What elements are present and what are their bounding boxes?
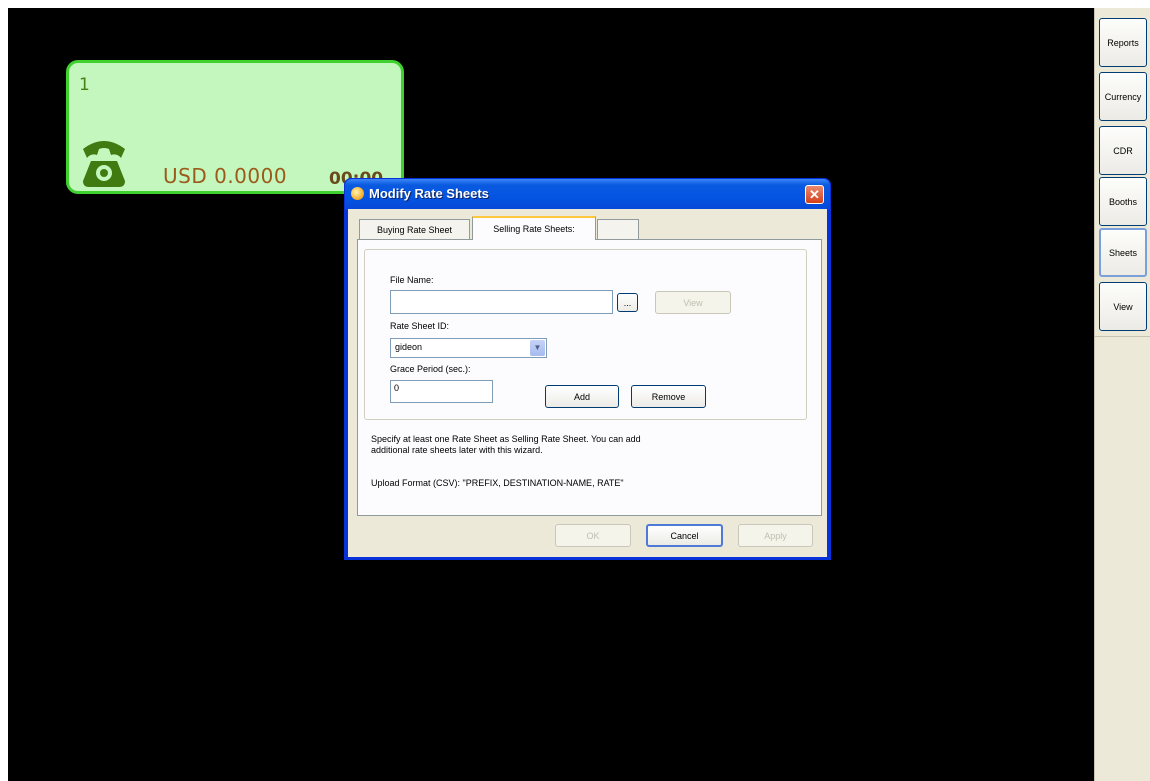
dialog-title: Modify Rate Sheets [369, 186, 489, 201]
phone-icon [83, 141, 125, 187]
info-line-2: additional rate sheets later with this w… [371, 445, 543, 455]
rate-sheet-id-value: gideon [395, 342, 423, 352]
info-line-1: Specify at least one Rate Sheet as Selli… [371, 434, 641, 444]
tab-blank[interactable] [597, 219, 639, 239]
grace-period-label: Grace Period (sec.): [390, 364, 471, 374]
ok-button[interactable]: OK [555, 524, 631, 547]
file-name-label: File Name: [390, 275, 434, 285]
close-button[interactable]: ✕ [805, 185, 824, 204]
modify-rate-sheets-dialog: Modify Rate Sheets ✕ Buying Rate Sheet S… [344, 178, 831, 560]
apply-button[interactable]: Apply [738, 524, 813, 547]
cdr-button[interactable]: CDR [1099, 126, 1147, 175]
app-icon [351, 187, 364, 200]
cancel-button[interactable]: Cancel [646, 524, 723, 547]
remove-button[interactable]: Remove [631, 385, 706, 408]
booths-button[interactable]: Booths [1099, 177, 1147, 226]
dialog-body: Buying Rate Sheet Selling Rate Sheets: F… [348, 209, 827, 557]
view-file-button[interactable]: View [655, 291, 731, 314]
reports-button[interactable]: Reports [1099, 18, 1147, 67]
currency-button[interactable]: Currency [1099, 72, 1147, 121]
booth-balance: USD 0.0000 [163, 164, 288, 188]
rate-sheet-id-label: Rate Sheet ID: [390, 321, 450, 331]
upload-format-text: Upload Format (CSV): "PREFIX, DESTINATIO… [371, 478, 624, 488]
add-button[interactable]: Add [545, 385, 619, 408]
rate-sheet-id-select[interactable]: gideon ▼ [390, 338, 547, 358]
sheets-button[interactable]: Sheets [1099, 228, 1147, 277]
dialog-titlebar[interactable]: Modify Rate Sheets ✕ [345, 179, 830, 209]
chevron-down-icon[interactable]: ▼ [530, 340, 545, 356]
right-toolbar: Reports Currency CDR Booths Sheets View [1094, 8, 1150, 781]
grace-period-input[interactable]: 0 [390, 380, 493, 403]
booth-card[interactable]: 1 USD 0.0000 00:00 [66, 60, 404, 194]
sidebar-divider [1095, 336, 1150, 337]
browse-button[interactable]: ... [617, 293, 638, 312]
tab-selling-rate-sheets[interactable]: Selling Rate Sheets: [472, 216, 596, 240]
tab-buying-rate-sheet[interactable]: Buying Rate Sheet [359, 219, 470, 239]
file-name-input[interactable] [390, 290, 613, 314]
view-button[interactable]: View [1099, 282, 1147, 331]
booth-number: 1 [79, 75, 90, 95]
